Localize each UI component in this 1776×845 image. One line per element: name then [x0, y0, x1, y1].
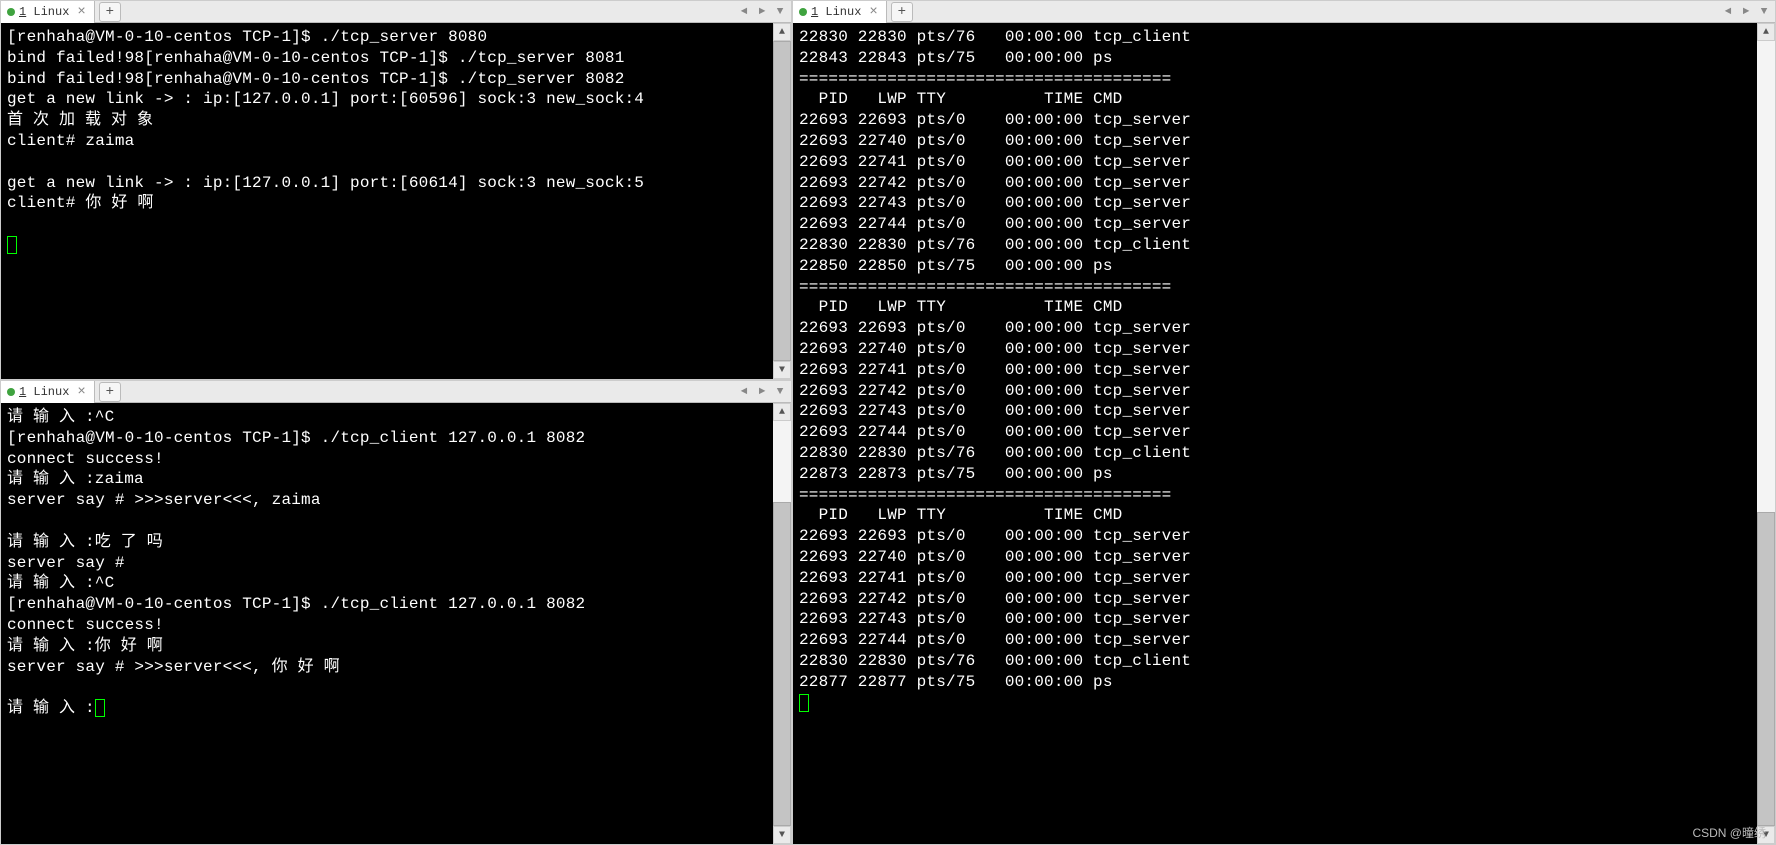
close-icon[interactable]: × — [77, 5, 85, 19]
terminal-pane-2: 1 Linux × + ◄ ► ▼ 请 输 入 :^C [renhaha@VM-… — [0, 380, 792, 845]
terminal-pane-1: 1 Linux × + ◄ ► ▼ [renhaha@VM-0-10-cento… — [0, 0, 792, 380]
tab-label: 1 Linux — [19, 385, 69, 399]
add-tab-button[interactable]: + — [99, 382, 121, 402]
close-icon[interactable]: × — [77, 385, 85, 399]
tab-nav-left-icon[interactable]: ◄ — [1721, 6, 1735, 18]
scroll-up-icon[interactable]: ▲ — [773, 403, 791, 421]
tab-nav-right-icon[interactable]: ► — [755, 6, 769, 18]
terminal-output[interactable]: 22830 22830 pts/76 00:00:00 tcp_client 2… — [793, 23, 1757, 844]
tab-label: 1 Linux — [19, 5, 69, 19]
tab-linux[interactable]: 1 Linux × — [1, 381, 95, 403]
tab-nav-right-icon[interactable]: ► — [755, 386, 769, 398]
tab-bar: 1 Linux × + ◄ ► ▼ — [1, 1, 791, 23]
tab-menu-icon[interactable]: ▼ — [1757, 6, 1771, 18]
add-tab-button[interactable]: + — [891, 2, 913, 22]
tab-nav-left-icon[interactable]: ◄ — [737, 6, 751, 18]
terminal-output[interactable]: [renhaha@VM-0-10-centos TCP-1]$ ./tcp_se… — [1, 23, 773, 379]
scroll-down-icon[interactable]: ▼ — [773, 826, 791, 844]
tab-linux[interactable]: 1 Linux × — [1, 1, 95, 23]
scrollbar[interactable]: ▲ ▼ — [773, 403, 791, 844]
tab-bar: 1 Linux × + ◄ ► ▼ — [1, 381, 791, 403]
scroll-track[interactable] — [773, 421, 791, 826]
status-dot-icon — [7, 388, 15, 396]
scroll-up-icon[interactable]: ▲ — [1757, 23, 1775, 41]
scroll-track[interactable] — [773, 41, 791, 361]
close-icon[interactable]: × — [869, 5, 877, 19]
terminal-pane-3: 1 Linux × + ◄ ► ▼ 22830 22830 pts/76 00:… — [792, 0, 1776, 845]
tab-nav-left-icon[interactable]: ◄ — [737, 386, 751, 398]
scrollbar[interactable]: ▲ ▼ — [1757, 23, 1775, 844]
status-dot-icon — [799, 8, 807, 16]
add-tab-button[interactable]: + — [99, 2, 121, 22]
watermark: CSDN @曈绣 — [1692, 824, 1766, 841]
tab-bar: 1 Linux × + ◄ ► ▼ — [793, 1, 1775, 23]
tab-nav-right-icon[interactable]: ► — [1739, 6, 1753, 18]
terminal-output[interactable]: 请 输 入 :^C [renhaha@VM-0-10-centos TCP-1]… — [1, 403, 773, 844]
tab-label: 1 Linux — [811, 5, 861, 19]
tab-menu-icon[interactable]: ▼ — [773, 6, 787, 18]
tab-menu-icon[interactable]: ▼ — [773, 386, 787, 398]
status-dot-icon — [7, 8, 15, 16]
scrollbar[interactable]: ▲ ▼ — [773, 23, 791, 379]
scroll-up-icon[interactable]: ▲ — [773, 23, 791, 41]
scroll-track[interactable] — [1757, 41, 1775, 826]
tab-linux[interactable]: 1 Linux × — [793, 1, 887, 23]
scroll-down-icon[interactable]: ▼ — [773, 361, 791, 379]
